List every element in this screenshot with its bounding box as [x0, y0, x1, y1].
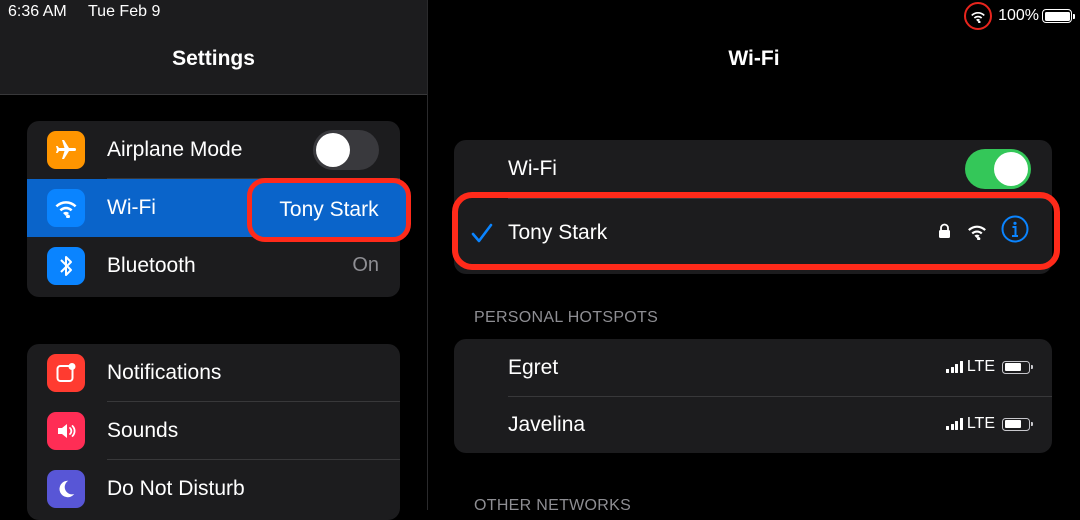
connected-network-highlight [452, 192, 1060, 270]
sidebar-item-label: Sounds [107, 419, 179, 442]
airplane-mode-toggle[interactable] [313, 130, 379, 170]
hotspot-network-type: LTE [966, 415, 995, 432]
sidebar-item-label: Bluetooth [107, 254, 196, 277]
personal-hotspots-header: PERSONAL HOTSPOTS [474, 309, 659, 326]
sidebar-item-label: Wi-Fi [107, 196, 156, 219]
status-indicators: 100% [964, 2, 1075, 30]
sidebar-item-label: Notifications [107, 361, 222, 384]
bluetooth-status: On [352, 254, 379, 276]
status-date: Tue Feb 9 [88, 3, 161, 20]
battery-percentage: 100% [998, 7, 1039, 24]
hotspot-status: LTE [946, 358, 1033, 376]
hotspot-row-egret[interactable]: Egret LTE [454, 339, 1052, 396]
sidebar-item-label: Airplane Mode [107, 138, 243, 161]
hotspot-battery-icon [1002, 360, 1033, 374]
sidebar-item-airplane-mode[interactable]: Airplane Mode [27, 121, 400, 179]
hotspot-row-javelina[interactable]: Javelina LTE [454, 397, 1052, 453]
sidebar-item-do-not-disturb[interactable]: Do Not Disturb [27, 460, 400, 518]
hotspot-name: Javelina [508, 413, 586, 436]
wifi-icon [47, 189, 85, 227]
hotspot-network-type: LTE [966, 358, 995, 375]
cellular-signal-icon [946, 361, 963, 373]
status-time: 6:36 AM [8, 3, 67, 20]
wifi-toggle-row: Wi-Fi [454, 140, 1052, 198]
notifications-group: Notifications Sounds Do Not Disturb [27, 344, 400, 520]
airplane-icon [47, 131, 85, 169]
wifi-network-value[interactable]: Tony Stark [247, 178, 411, 242]
status-wifi-icon [964, 2, 993, 30]
battery-icon [1042, 9, 1075, 23]
bluetooth-icon [47, 247, 85, 285]
sidebar-item-bluetooth[interactable]: Bluetooth On [27, 237, 400, 295]
wifi-toggle[interactable] [965, 149, 1031, 189]
sidebar-title: Settings [172, 47, 255, 70]
other-networks-header: OTHER NETWORKS [474, 497, 632, 514]
moon-icon [47, 470, 85, 508]
hotspots-group: Egret LTE Javelina LTE [454, 339, 1052, 453]
page-title: Wi-Fi [728, 47, 780, 70]
cellular-signal-icon [946, 418, 963, 430]
sidebar-item-sounds[interactable]: Sounds [27, 402, 400, 460]
sidebar-item-label: Do Not Disturb [107, 477, 245, 500]
hotspot-name: Egret [508, 356, 559, 379]
speaker-icon [47, 412, 85, 450]
hotspot-status: LTE [946, 415, 1033, 433]
sidebar-item-notifications[interactable]: Notifications [27, 344, 400, 402]
hotspot-battery-icon [1002, 417, 1033, 431]
wifi-label: Wi-Fi [508, 157, 557, 180]
notifications-icon [47, 354, 85, 392]
